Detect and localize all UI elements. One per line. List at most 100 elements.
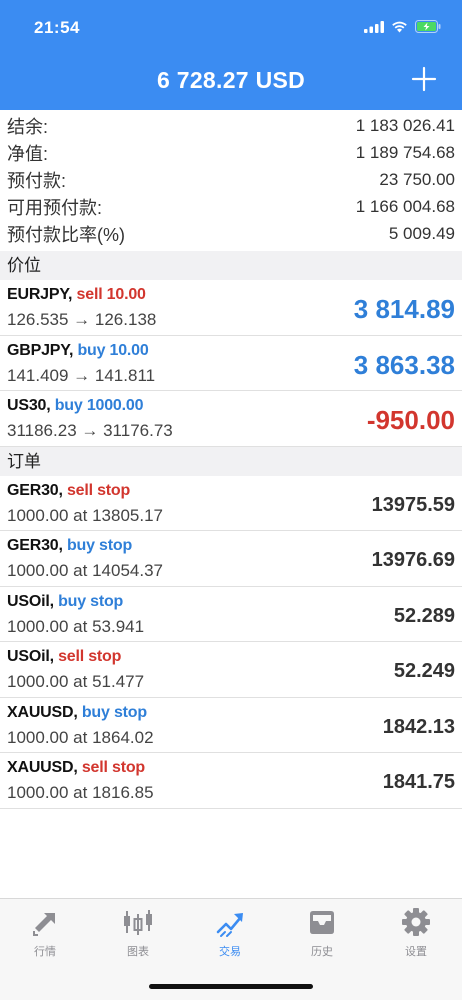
order-detail: 1000.00 at 13805.17 — [7, 505, 163, 525]
tab-label: 历史 — [311, 946, 333, 958]
summary-value: 1 166 004.68 — [355, 196, 455, 216]
trade-trend-icon — [216, 913, 243, 937]
candlestick-chart-icon — [124, 910, 152, 935]
summary-label: 预付款比率(%) — [7, 224, 125, 245]
order-action: buy stop — [58, 592, 124, 610]
order-title: XAUUSD, buy stop — [7, 704, 147, 722]
tab-label: 交易 — [219, 946, 241, 958]
order-price: 52.249 — [393, 660, 455, 682]
positions-section-header: 价位 — [0, 251, 462, 280]
order-action: sell stop — [58, 648, 122, 665]
status-icons — [364, 20, 442, 38]
tab-settings[interactable]: 设置 — [386, 905, 446, 965]
tab-label: 图表 — [127, 946, 149, 958]
summary-value: 1 183 026.41 — [355, 115, 455, 135]
order-symbol: USOil, — [7, 592, 54, 610]
position-prices: 126.535 → 126.138 — [7, 310, 157, 329]
position-prices: 31186.23 → 31176.73 — [7, 421, 173, 440]
status-time: 21:54 — [34, 18, 80, 37]
summary-label: 可用预付款: — [7, 197, 103, 218]
summary-value: 5 009.49 — [388, 223, 455, 243]
summary-row-free-margin: 可用预付款: 1 166 004.68 — [0, 193, 462, 220]
order-action: buy stop — [66, 537, 133, 554]
summary-row-equity: 净值: 1 189 754.68 — [0, 139, 462, 166]
order-row[interactable]: USOil, sell stop 1000.00 at 51.477 52.24… — [0, 642, 462, 698]
order-detail: 1000.00 at 53.941 — [7, 616, 145, 636]
tab-quotes[interactable]: 行情 — [15, 905, 75, 965]
order-detail: 1000.00 at 1864.02 — [7, 727, 154, 747]
position-row[interactable]: GBPJPY, buy 10.00 141.409 → 141.811 3 86… — [0, 336, 462, 391]
position-symbol: EURJPY, — [7, 286, 73, 303]
position-row[interactable]: US30, buy 1000.00 31186.23 → 31176.73 -9… — [0, 391, 462, 447]
position-row[interactable]: EURJPY, sell 10.00 126.535 → 126.138 3 8… — [0, 280, 462, 336]
summary-label: 结余: — [7, 116, 49, 137]
position-symbol: GBPJPY, — [7, 341, 74, 359]
signal-icon — [364, 20, 384, 38]
order-detail: 1000.00 at 1816.85 — [7, 783, 154, 802]
order-price: 1842.13 — [382, 715, 455, 738]
order-detail: 1000.00 at 51.477 — [7, 672, 145, 691]
order-symbol: GER30, — [7, 537, 63, 554]
order-symbol: XAUUSD, — [7, 759, 78, 776]
tab-label: 行情 — [34, 946, 56, 958]
order-title: GER30, buy stop — [7, 537, 132, 555]
order-price: 13976.69 — [371, 549, 455, 571]
position-profit: 3 814.89 — [353, 294, 455, 324]
summary-row-margin-level: 预付款比率(%) 5 009.49 — [0, 220, 462, 247]
position-title: GBPJPY, buy 10.00 — [7, 342, 149, 360]
tab-label: 设置 — [405, 946, 427, 958]
order-title: USOil, sell stop — [7, 648, 121, 666]
order-symbol: XAUUSD, — [7, 703, 78, 721]
position-symbol: US30, — [7, 397, 51, 414]
order-row[interactable]: USOil, buy stop 1000.00 at 53.941 52.289 — [0, 587, 462, 642]
summary-value: 23 750.00 — [379, 169, 455, 189]
order-action: sell stop — [66, 481, 131, 499]
summary-value: 1 189 754.68 — [355, 142, 455, 162]
wifi-icon — [391, 20, 408, 38]
plus-icon — [411, 66, 437, 92]
summary-label: 预付款: — [7, 170, 67, 191]
order-title: XAUUSD, sell stop — [7, 759, 145, 777]
positions-list: 价位 EURJPY, sell 10.00 126.535 → 126.138 … — [0, 251, 462, 809]
balance-title: 6 728.27 USD — [156, 67, 306, 93]
account-summary: 结余: 1 183 026.41 净值: 1 189 754.68 预付款: 2… — [0, 112, 462, 247]
quotes-arrows-icon — [33, 913, 55, 936]
settings-gear-icon — [402, 908, 430, 936]
header-bar: 21:54 6 728.27 USD — [0, 0, 462, 110]
position-action: buy 1000.00 — [54, 397, 144, 414]
new-order-button[interactable] — [406, 61, 442, 97]
order-row[interactable]: GER30, sell stop 1000.00 at 13805.17 139… — [0, 476, 462, 531]
position-title: US30, buy 1000.00 — [7, 397, 143, 415]
order-title: GER30, sell stop — [7, 482, 130, 500]
home-indicator[interactable] — [149, 984, 313, 989]
order-title: USOil, buy stop — [7, 593, 123, 611]
position-prices: 141.409 → 141.811 — [7, 365, 156, 385]
position-profit: 3 863.38 — [353, 349, 455, 380]
order-row[interactable]: XAUUSD, buy stop 1000.00 at 1864.02 1842… — [0, 698, 462, 753]
order-price: 1841.75 — [382, 771, 455, 793]
order-action: sell stop — [81, 759, 145, 776]
order-detail: 1000.00 at 14054.37 — [7, 561, 163, 580]
summary-row-balance: 结余: 1 183 026.41 — [0, 112, 462, 139]
order-symbol: GER30, — [7, 481, 63, 499]
orders-section-header: 订单 — [0, 446, 462, 476]
order-row[interactable]: GER30, buy stop 1000.00 at 14054.37 1397… — [0, 531, 462, 587]
order-row[interactable]: XAUUSD, sell stop 1000.00 at 1816.85 184… — [0, 753, 462, 809]
summary-row-margin: 预付款: 23 750.00 — [0, 166, 462, 193]
order-price: 13975.59 — [371, 493, 455, 516]
tab-history[interactable]: 历史 — [292, 905, 352, 965]
position-profit: -950.00 — [366, 405, 455, 435]
position-action: sell 10.00 — [76, 286, 146, 303]
tab-trade[interactable]: 交易 — [200, 905, 260, 965]
summary-label: 净值: — [7, 143, 49, 164]
history-inbox-icon — [310, 911, 334, 934]
position-action: buy 10.00 — [77, 341, 149, 359]
order-price: 52.289 — [393, 604, 455, 627]
battery-charging-icon — [415, 20, 442, 38]
title-bar: 6 728.27 USD — [0, 55, 462, 110]
tab-charts[interactable]: 图表 — [108, 905, 168, 965]
order-action: buy stop — [81, 703, 147, 721]
status-bar: 21:54 — [0, 0, 462, 55]
order-symbol: USOil, — [7, 648, 54, 665]
position-title: EURJPY, sell 10.00 — [7, 286, 146, 304]
